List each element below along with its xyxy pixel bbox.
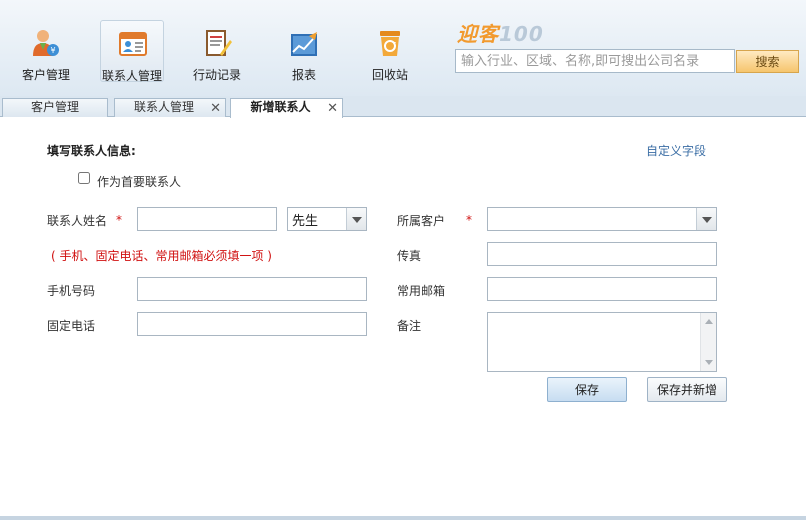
customer-label: 所属客户: [397, 214, 446, 228]
svg-text:¥: ¥: [50, 46, 55, 55]
form-title: 填写联系人信息:: [47, 144, 136, 158]
tab-label: 新增联系人: [250, 100, 311, 114]
logo-text: 迎客: [457, 22, 499, 46]
salutation-value: 先生: [292, 214, 319, 229]
recycle-bin-icon: [380, 31, 400, 56]
tab-contact-management[interactable]: 联系人管理 ✕: [114, 98, 226, 117]
chart-icon: [291, 32, 317, 56]
phone-label: 固定电话: [47, 319, 96, 333]
customer-select[interactable]: [487, 207, 717, 231]
nav-recycle-label: 回收站: [371, 68, 408, 82]
primary-contact-checkbox[interactable]: [78, 172, 90, 184]
remark-textarea[interactable]: [488, 313, 700, 371]
scroll-up-icon[interactable]: [705, 319, 713, 324]
nav-reports-label: 报表: [291, 68, 316, 82]
close-icon[interactable]: ✕: [327, 100, 338, 117]
email-input[interactable]: [487, 277, 717, 301]
save-button[interactable]: 保存: [547, 377, 627, 402]
notebook-icon: [206, 30, 232, 56]
required-contact-note: ( 手机、固定电话、常用邮箱必须填一项 ): [51, 249, 272, 263]
primary-contact-label: 作为首要联系人: [97, 175, 182, 189]
nav-action-label: 行动记录: [192, 68, 241, 82]
phone-input[interactable]: [137, 312, 367, 336]
chevron-down-icon[interactable]: [346, 208, 366, 230]
nav-action-records[interactable]: 行动记录: [185, 20, 249, 82]
logo-number: 100: [499, 22, 544, 46]
search-button[interactable]: 搜索: [736, 50, 799, 73]
brand-logo: 迎客100: [457, 18, 544, 47]
nav-recycle-bin[interactable]: 回收站: [358, 20, 422, 82]
required-mark: *: [466, 213, 472, 227]
salutation-select[interactable]: 先生: [287, 207, 367, 231]
fax-input[interactable]: [487, 242, 717, 266]
scrollbar[interactable]: [700, 313, 716, 371]
contact-card-icon: [119, 32, 147, 56]
nav-customer-label: 客户管理: [21, 68, 70, 82]
remark-textarea-wrap: [487, 312, 717, 372]
custom-field-link[interactable]: 自定义字段: [646, 142, 706, 159]
tab-strip: 客户管理 联系人管理 ✕ 新增联系人 ✕: [0, 96, 806, 118]
scroll-down-icon[interactable]: [705, 360, 713, 365]
mobile-label: 手机号码: [47, 284, 96, 298]
remark-label: 备注: [397, 319, 422, 333]
bottom-border: [0, 516, 806, 520]
email-label: 常用邮箱: [397, 284, 446, 298]
save-and-new-button[interactable]: 保存并新增: [647, 377, 727, 402]
contact-name-input[interactable]: [137, 207, 277, 231]
top-toolbar: ¥ 客户管理 联系人管理 行动记录 报表 回收站 迎客100 输入行业、区域、名…: [0, 0, 806, 96]
nav-reports[interactable]: 报表: [272, 20, 336, 82]
name-label: 联系人姓名: [47, 214, 108, 228]
required-mark: *: [116, 213, 122, 227]
customer-icon: ¥: [33, 30, 59, 56]
tab-new-contact[interactable]: 新增联系人 ✕: [230, 98, 343, 118]
tab-customer-management[interactable]: 客户管理: [2, 98, 108, 117]
search-input[interactable]: [455, 49, 735, 73]
close-icon[interactable]: ✕: [210, 100, 221, 117]
tab-label: 客户管理: [30, 100, 79, 114]
fax-label: 传真: [397, 249, 422, 263]
nav-contact-management[interactable]: 联系人管理: [100, 20, 164, 83]
mobile-input[interactable]: [137, 277, 367, 301]
chevron-down-icon[interactable]: [696, 208, 716, 230]
tab-label: 联系人管理: [133, 100, 194, 114]
nav-contact-label: 联系人管理: [101, 69, 162, 83]
nav-customer-management[interactable]: ¥ 客户管理: [14, 20, 78, 82]
